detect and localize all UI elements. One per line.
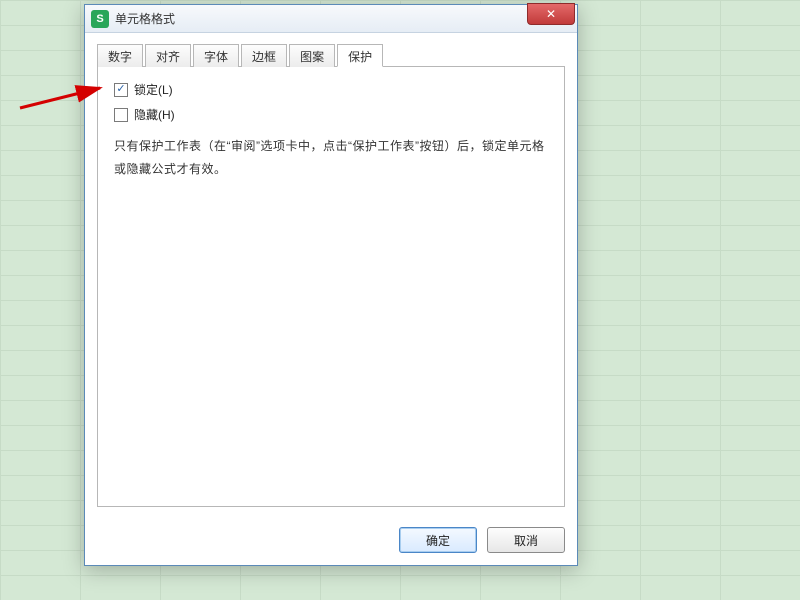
lock-row: 锁定(L)	[114, 81, 548, 98]
hide-row: 隐藏(H)	[114, 106, 548, 123]
tab-number[interactable]: 数字	[97, 44, 143, 67]
cancel-button[interactable]: 取消	[487, 527, 565, 553]
app-icon: S	[91, 10, 109, 28]
lock-label[interactable]: 锁定(L)	[134, 81, 173, 98]
tab-strip: 数字 对齐 字体 边框 图案 保护	[97, 43, 565, 67]
tab-content-protect: 锁定(L) 隐藏(H) 只有保护工作表（在“审阅”选项卡中，点击“保护工作表”按…	[97, 67, 565, 507]
lock-checkbox[interactable]	[114, 83, 128, 97]
tab-protect[interactable]: 保护	[337, 44, 383, 67]
tab-align[interactable]: 对齐	[145, 44, 191, 67]
hide-label[interactable]: 隐藏(H)	[134, 106, 175, 123]
dialog-title: 单元格格式	[115, 10, 175, 27]
tab-border[interactable]: 边框	[241, 44, 287, 67]
hide-checkbox[interactable]	[114, 108, 128, 122]
close-icon: ✕	[546, 8, 556, 20]
tab-pattern[interactable]: 图案	[289, 44, 335, 67]
dialog-footer: 确定 取消	[85, 517, 577, 565]
cell-format-dialog: S 单元格格式 ✕ 数字 对齐 字体 边框 图案 保护 锁定(L) 隐藏(H) …	[84, 4, 578, 566]
close-button[interactable]: ✕	[527, 3, 575, 25]
tab-font[interactable]: 字体	[193, 44, 239, 67]
protect-description: 只有保护工作表（在“审阅”选项卡中，点击“保护工作表”按钮）后，锁定单元格或隐藏…	[114, 135, 548, 181]
titlebar[interactable]: S 单元格格式 ✕	[85, 5, 577, 33]
ok-button[interactable]: 确定	[399, 527, 477, 553]
dialog-body: 数字 对齐 字体 边框 图案 保护 锁定(L) 隐藏(H) 只有保护工作表（在“…	[85, 33, 577, 517]
